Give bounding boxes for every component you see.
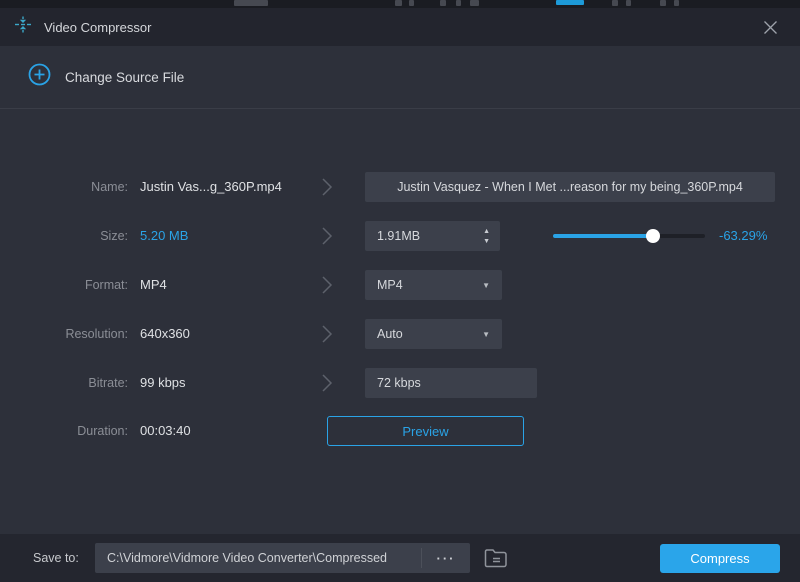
size-slider[interactable] <box>553 229 705 243</box>
dropdown-arrow-icon: ▼ <box>482 280 490 290</box>
change-source-file-label: Change Source File <box>65 69 185 85</box>
name-source-value: Justin Vas...g_360P.mp4 <box>140 179 282 194</box>
plus-circle-icon <box>28 63 51 91</box>
folder-icon <box>484 548 507 567</box>
format-source-value: MP4 <box>140 277 167 292</box>
size-spinner-buttons[interactable]: ▲ ▼ <box>483 228 500 245</box>
bitrate-label: Bitrate: <box>88 376 128 390</box>
bitrate-row: Bitrate: 99 kbps <box>0 368 800 398</box>
chevron-right-icon <box>322 374 333 392</box>
browse-button[interactable]: ··· <box>422 551 470 566</box>
name-row: Name: Justin Vas...g_360P.mp4 <box>0 172 800 202</box>
close-button[interactable] <box>756 14 784 40</box>
background-window-fragment <box>440 0 446 6</box>
background-window-fragment <box>660 0 666 6</box>
format-row: Format: MP4 MP4 ▼ <box>0 270 800 300</box>
background-window-fragment <box>674 0 679 6</box>
format-selected-value: MP4 <box>377 278 403 292</box>
background-window-fragment <box>234 0 268 6</box>
resolution-row: Resolution: 640x360 Auto ▼ <box>0 319 800 349</box>
background-window-fragment <box>395 0 402 6</box>
duration-label: Duration: <box>77 424 128 438</box>
background-window-fragment <box>612 0 618 6</box>
resolution-label: Resolution: <box>65 327 128 341</box>
size-label: Size: <box>100 229 128 243</box>
save-path-field: C:\Vidmore\Vidmore Video Converter\Compr… <box>95 543 470 573</box>
name-input[interactable] <box>365 172 775 202</box>
bitrate-source-value: 99 kbps <box>140 375 186 390</box>
target-size-input[interactable] <box>365 229 484 243</box>
save-to-label: Save to: <box>33 551 79 565</box>
resolution-selected-value: Auto <box>377 327 403 341</box>
size-row: Size: 5.20 MB ▲ ▼ -63.29% <box>0 221 800 251</box>
background-window-fragment <box>456 0 461 6</box>
preview-button[interactable]: Preview <box>327 416 524 446</box>
duration-source-value: 00:03:40 <box>140 423 191 438</box>
compress-button[interactable]: Compress <box>660 544 780 573</box>
titlebar: Video Compressor <box>0 8 800 46</box>
window-title: Video Compressor <box>44 19 152 35</box>
chevron-right-icon <box>322 276 333 294</box>
video-compressor-dialog: Video Compressor Change Source File Name… <box>0 0 800 582</box>
background-window-fragment <box>409 0 414 6</box>
spin-up-icon[interactable]: ▲ <box>483 228 490 235</box>
chevron-right-icon <box>322 325 333 343</box>
spin-down-icon[interactable]: ▼ <box>483 238 490 245</box>
size-slider-fill <box>553 234 654 238</box>
size-slider-thumb[interactable] <box>646 229 661 243</box>
target-size-spinbox: ▲ ▼ <box>365 221 500 251</box>
chevron-right-icon <box>322 227 333 245</box>
compressor-icon <box>14 16 32 38</box>
save-path-value[interactable]: C:\Vidmore\Vidmore Video Converter\Compr… <box>95 551 421 565</box>
name-label: Name: <box>91 180 128 194</box>
bottom-bar: Save to: C:\Vidmore\Vidmore Video Conver… <box>0 534 800 582</box>
size-source-value: 5.20 MB <box>140 228 189 243</box>
change-source-file-button[interactable]: Change Source File <box>0 46 800 109</box>
format-label: Format: <box>84 278 128 292</box>
compression-percent: -63.29% <box>719 228 768 243</box>
background-window-active-tab-fragment <box>556 0 584 5</box>
background-window-fragment <box>470 0 479 6</box>
format-select[interactable]: MP4 ▼ <box>365 270 502 300</box>
background-window-fragment <box>626 0 631 6</box>
close-icon <box>763 20 777 34</box>
background-window-strip <box>0 0 800 8</box>
chevron-right-icon <box>322 178 333 196</box>
dropdown-arrow-icon: ▼ <box>482 329 490 339</box>
duration-row: Duration: 00:03:40 Preview <box>0 416 800 446</box>
resolution-source-value: 640x360 <box>140 326 190 341</box>
open-folder-button[interactable] <box>481 544 511 572</box>
resolution-select[interactable]: Auto ▼ <box>365 319 502 349</box>
bitrate-input[interactable] <box>365 368 537 398</box>
